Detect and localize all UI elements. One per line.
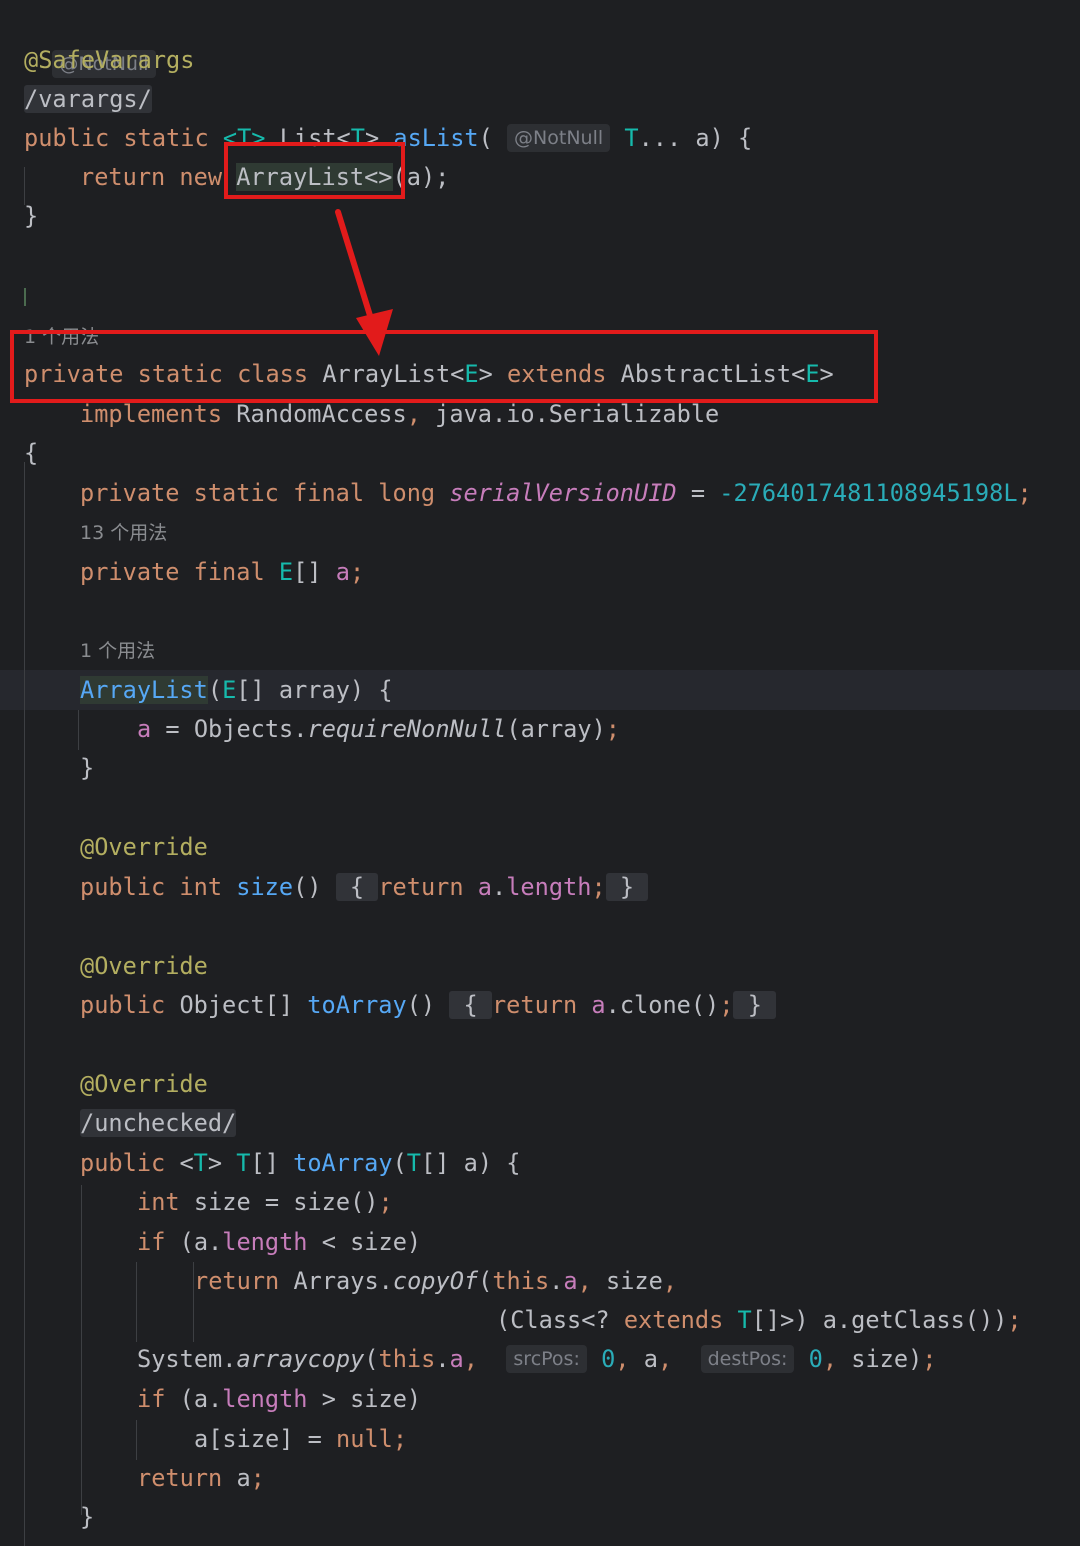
- red-arrow-icon: [335, 209, 393, 356]
